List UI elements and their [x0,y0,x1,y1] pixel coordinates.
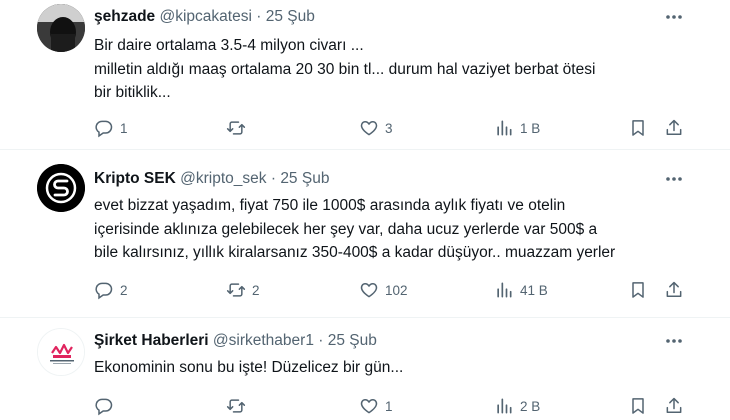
tweet-line: içerisinde aklınıza gelebilecek her şey … [94,220,598,238]
tweet-date[interactable]: 25 Şub [328,332,377,349]
author-handle[interactable]: @sirkethaber1 [213,332,314,349]
reply-icon [95,282,113,300]
views-count: 2 B [520,398,541,414]
avatar[interactable] [37,4,85,52]
share-icon [666,119,682,135]
author-name[interactable]: Kripto SEK [94,170,176,187]
tweet-date[interactable]: 25 Şub [266,8,315,25]
like-count: 1 [385,398,393,414]
author-handle[interactable]: @kipcakatesi [159,8,251,25]
views-icon [497,120,512,136]
views-icon [497,282,512,298]
share-button[interactable] [664,395,684,417]
more-options-button[interactable] [662,169,686,189]
tweet-line: bile kalırsınız, yıllık kiralarsanız 350… [94,244,616,261]
views-count: 41 B [520,282,548,298]
avatar[interactable] [37,164,85,212]
share-button[interactable] [664,117,684,139]
bookmark-button[interactable] [628,117,648,139]
tweet-line: bir bitiklik... [94,84,171,101]
like-count: 3 [385,120,393,136]
tweet[interactable]: şehzade @kipcakatesi · 25 Şub Bir daire … [0,0,730,150]
retweet-icon [226,121,246,135]
tweet-line: milletin aldığı maaş ortalama 20 30 bin … [94,60,596,78]
retweet-count: 2 [252,282,260,298]
like-button[interactable]: 102 [359,279,408,301]
views-button[interactable]: 1 B [494,117,540,139]
more-options-button[interactable] [662,7,686,27]
bookmark-button[interactable] [628,279,648,301]
more-icon [666,177,682,181]
tweet-text: Bir daire ortalama 3.5-4 milyon civarı .… [94,34,704,105]
avatar[interactable] [37,328,85,376]
like-icon [360,399,378,414]
retweet-button[interactable] [226,117,252,139]
views-button[interactable]: 41 B [494,279,548,301]
avatar-photo-icon [37,4,85,52]
reply-button[interactable]: 2 [94,279,128,301]
separator-dot: · [256,8,262,25]
reply-button[interactable]: 1 [94,117,128,139]
retweet-icon [226,399,246,413]
more-options-button[interactable] [662,331,686,351]
views-count: 1 B [520,120,541,136]
more-icon [666,15,682,19]
more-icon [666,339,682,343]
views-icon [497,398,512,414]
tweet[interactable]: Kripto SEK @kripto_sek · 25 Şub evet biz… [0,150,730,318]
tweet-date[interactable]: 25 Şub [280,170,329,187]
bookmark-icon [632,120,644,136]
bookmark-icon [632,282,644,298]
views-button[interactable]: 2 B [494,395,540,417]
tweet-text: Ekonominin sonu bu işte! Düzelicez bir g… [94,356,704,380]
share-icon [666,397,682,413]
author-name[interactable]: şehzade [94,8,155,25]
author-handle[interactable]: @kripto_sek [180,170,266,187]
like-button[interactable]: 1 [359,395,393,417]
reply-button[interactable] [94,395,120,417]
reply-icon [95,398,113,416]
like-button[interactable]: 3 [359,117,393,139]
tweet-actions: 1 2 B [94,395,694,417]
sirket-haberleri-logo-icon [38,329,84,375]
author-name[interactable]: Şirket Haberleri [94,332,209,349]
bookmark-icon [632,398,644,414]
share-icon [666,281,682,297]
retweet-button[interactable] [226,395,252,417]
like-count: 102 [385,282,408,298]
tweet-actions: 1 3 1 B [94,117,694,139]
reply-count: 2 [120,282,128,298]
tweet-line: Ekonominin sonu bu işte! Düzelicez bir g… [94,359,404,376]
like-icon [360,283,378,298]
share-button[interactable] [664,279,684,301]
reply-count: 1 [120,120,128,136]
tweet-line: Bir daire ortalama 3.5-4 milyon civarı .… [94,37,364,54]
bookmark-button[interactable] [628,395,648,417]
tweet-text: evet bizzat yaşadım, fiyat 750 ile 1000$… [94,194,704,265]
reply-icon [95,120,113,138]
tweet[interactable]: Şirket Haberleri @sirkethaber1 · 25 Şub … [0,318,730,420]
like-icon [360,121,378,136]
separator-dot: · [270,170,276,187]
separator-dot: · [318,332,324,349]
tweet-actions: 2 2 102 41 B [94,279,694,301]
retweet-icon [226,283,246,297]
tweet-line: evet bizzat yaşadım, fiyat 750 ile 1000$… [94,197,566,214]
kripto-sek-logo-icon [37,164,85,212]
retweet-button[interactable]: 2 [226,279,260,301]
